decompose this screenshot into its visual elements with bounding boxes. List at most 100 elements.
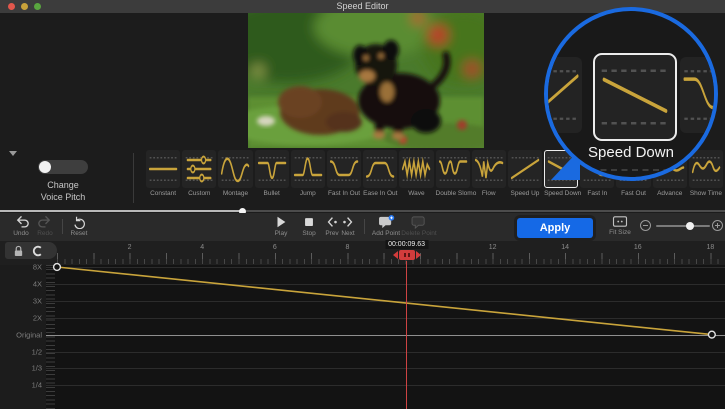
toolbar: Undo Redo Reset Play Stop <box>0 213 725 241</box>
montage-curve-icon <box>218 150 252 188</box>
double-slomo-curve-icon <box>436 150 470 188</box>
stop-button[interactable]: Stop <box>294 215 324 237</box>
playhead-line[interactable] <box>406 261 407 409</box>
preset-label: Speed Down <box>544 190 578 197</box>
zoom-out-icon[interactable] <box>640 220 651 231</box>
ruler-second-label: 12 <box>489 244 497 251</box>
stop-icon <box>302 215 316 229</box>
playhead-left-arrow-icon <box>393 251 398 259</box>
preset-label: Show Time <box>689 190 723 197</box>
ease-in-out-curve-icon <box>363 150 397 188</box>
zoom-in-icon[interactable] <box>712 220 723 231</box>
speed-axis-label: 1/4 <box>32 381 42 390</box>
preset-label: Advance <box>653 190 687 197</box>
speed-up-curve-icon <box>508 150 542 188</box>
speed-axis-label: 1/3 <box>32 364 42 373</box>
lock-icon[interactable] <box>13 245 24 257</box>
apply-button[interactable]: Apply <box>517 218 593 238</box>
playhead-right-arrow-icon <box>416 251 421 259</box>
preset-montage[interactable]: Montage <box>218 150 252 208</box>
preset-wave[interactable]: Wave <box>399 150 433 208</box>
timecode-readout: 00:00:09.63 <box>385 240 428 249</box>
fit-size-button[interactable]: Fit Size <box>602 215 638 236</box>
preset-label: Constant <box>146 190 180 197</box>
preset-scrollbar[interactable] <box>0 210 725 212</box>
play-icon <box>274 215 288 229</box>
preset-fast-in-out[interactable]: Fast In Out <box>327 150 361 208</box>
magnifier-partial-thumb <box>544 57 582 133</box>
ruler-minor-ticks <box>57 259 725 264</box>
video-preview <box>248 13 484 148</box>
custom-sliders-icon <box>182 150 216 188</box>
ruler-second-label: 2 <box>128 244 132 251</box>
next-frame-icon <box>341 215 355 229</box>
preset-jump[interactable]: Jump <box>291 150 325 208</box>
add-point-icon <box>378 215 395 229</box>
speed-gridline-4x <box>46 284 725 285</box>
playhead-marker[interactable] <box>393 250 421 260</box>
preset-double-slomo[interactable]: Double Slomo <box>436 150 470 208</box>
speed-editor-window: Speed Editor <box>0 0 725 409</box>
preset-label: Custom <box>182 190 216 197</box>
wave-curve-icon <box>399 150 433 188</box>
flow-curve-icon <box>472 150 506 188</box>
preset-label: Fast In <box>580 190 614 197</box>
speed-axis-ticks <box>46 265 55 409</box>
speed-graph <box>0 265 725 409</box>
preset-label: Bullet <box>255 190 289 197</box>
toolbar-separator <box>62 219 63 234</box>
magnifier-dashes <box>590 169 680 171</box>
magnifier-partial-thumb <box>680 57 718 133</box>
ruler-second-label: 8 <box>345 244 349 251</box>
ruler-second-label: 4 <box>200 244 204 251</box>
speed-gridline-original <box>46 335 725 336</box>
reset-icon <box>72 215 86 229</box>
curve-handle-end[interactable] <box>708 331 715 338</box>
ruler-second-label: 18 <box>706 244 714 251</box>
ruler-row: 24681012141618 <box>0 241 725 265</box>
voice-pitch-label: Change Voice Pitch <box>2 179 124 203</box>
ruler-second-label: 6 <box>273 244 277 251</box>
preset-flow[interactable]: Flow <box>472 150 506 208</box>
next-frame-button[interactable]: Next <box>337 215 359 237</box>
delete-point-button[interactable]: Delete Point <box>396 215 442 237</box>
speed-gridline-1-4 <box>46 385 725 386</box>
preset-label: Speed Up <box>508 190 542 197</box>
toolbar-separator <box>364 219 365 234</box>
play-button[interactable]: Play <box>266 215 296 237</box>
preset-constant[interactable]: Constant <box>146 150 180 208</box>
magnifier-label: Speed Down <box>548 144 714 161</box>
speed-axis: 8X4X3X2XOriginal1/21/31/4 <box>0 265 46 409</box>
curve-handle-start[interactable] <box>54 264 61 271</box>
speed-gridline-8x <box>46 267 725 268</box>
voice-pitch-toggle[interactable] <box>38 160 88 174</box>
snap-magnet-icon[interactable] <box>31 245 43 257</box>
preset-custom[interactable]: Custom <box>182 150 216 208</box>
preset-bullet[interactable]: Bullet <box>255 150 289 208</box>
timeline-mode-pill <box>5 242 57 259</box>
preset-scrollbar-progress <box>0 210 242 212</box>
speed-axis-label: 3X <box>33 296 42 305</box>
fast-in-out-curve-icon <box>327 150 361 188</box>
speed-axis-label: 8X <box>33 263 42 272</box>
collapse-panel-icon[interactable] <box>9 151 17 156</box>
speed-axis-label: 2X <box>33 313 42 322</box>
speed-axis-label: 1/2 <box>32 347 42 356</box>
redo-icon <box>38 215 53 229</box>
magnifier-speed-down-thumb <box>593 53 677 141</box>
speed-axis-label: 4X <box>33 279 42 288</box>
ruler-second-label: 16 <box>634 244 642 251</box>
speed-gridline-3x <box>46 301 725 302</box>
timeline-zoom-slider[interactable] <box>656 225 710 227</box>
reset-button[interactable]: Reset <box>64 215 94 237</box>
redo-button[interactable]: Redo <box>30 215 60 237</box>
jump-curve-icon <box>291 150 325 188</box>
preset-speed-up[interactable]: Speed Up <box>508 150 542 208</box>
preset-label: Ease In Out <box>363 190 397 197</box>
preset-label: Jump <box>291 190 325 197</box>
ruler-second-label: 14 <box>561 244 569 251</box>
timeline-zoom-handle[interactable] <box>686 222 694 230</box>
playhead-handle <box>399 250 415 260</box>
preset-label: Montage <box>218 190 252 197</box>
preset-ease-in-out[interactable]: Ease In Out <box>363 150 397 208</box>
